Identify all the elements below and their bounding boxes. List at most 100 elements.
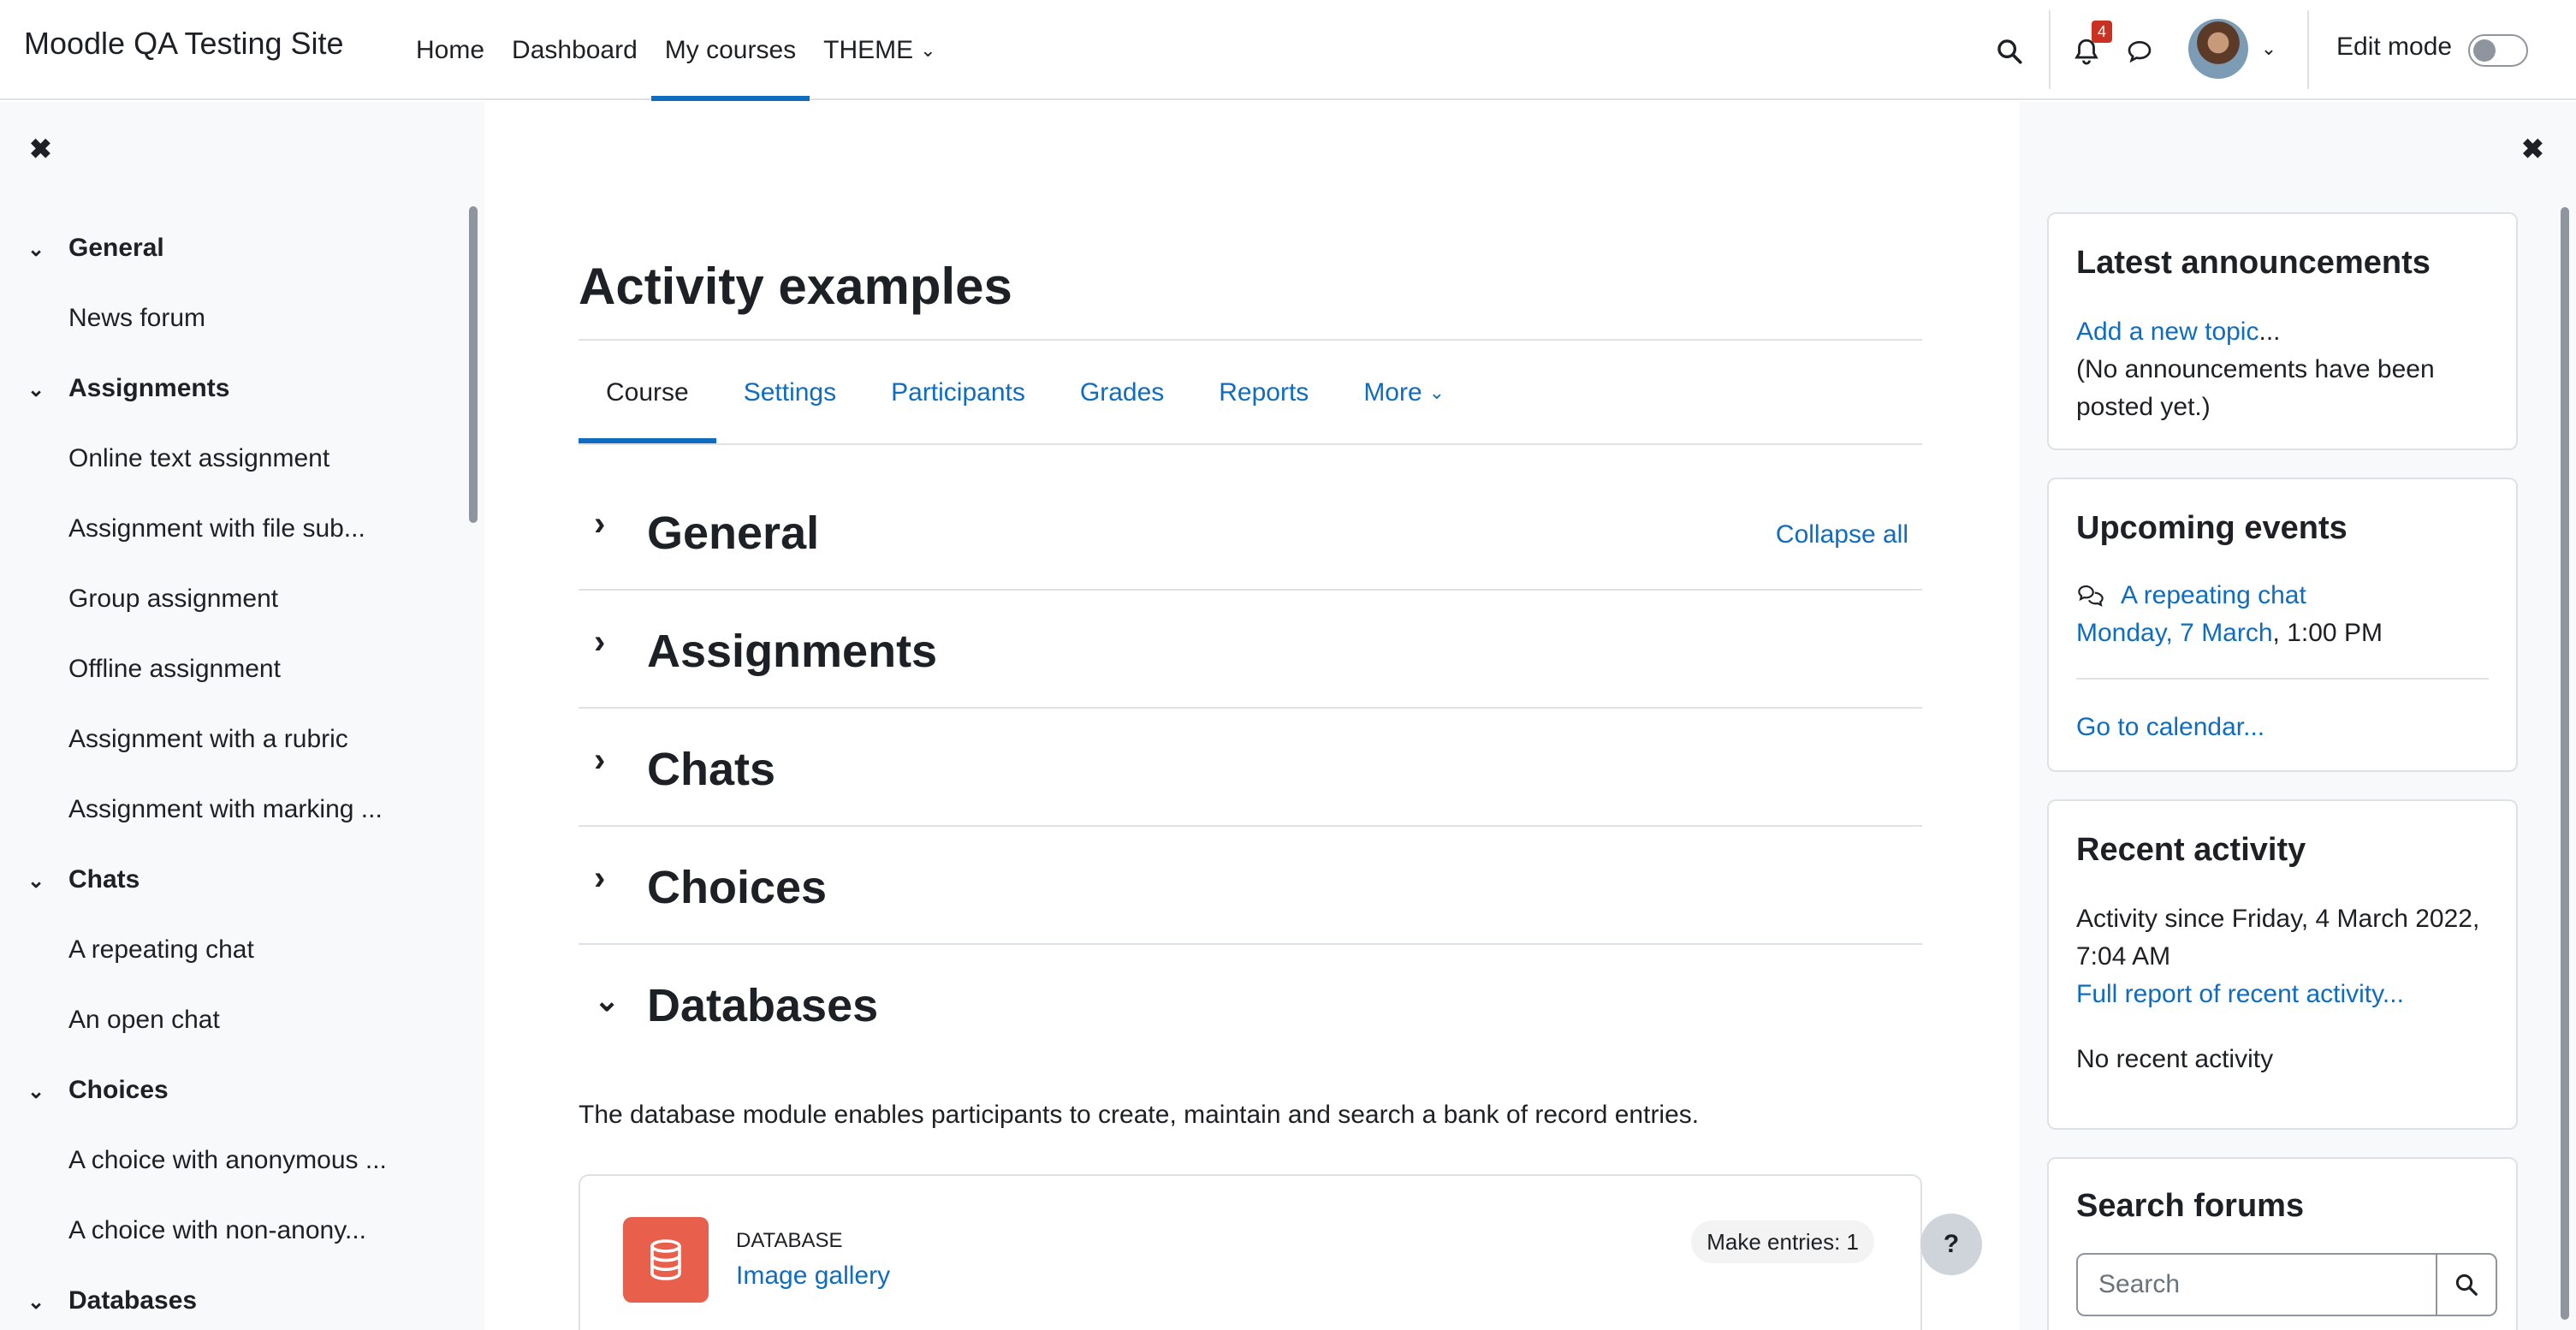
help-button[interactable]: ? (1920, 1214, 1982, 1275)
index-section-assignments[interactable]: ⌄ Assignments (0, 374, 229, 403)
nav-home-label: Home (416, 35, 485, 64)
close-course-index-button[interactable]: ✖ (29, 133, 52, 165)
user-avatar[interactable] (2188, 19, 2248, 79)
index-section-chats[interactable]: ⌄ Chats (0, 865, 139, 894)
chevron-down-icon[interactable]: ⌄ (0, 237, 68, 262)
course-section-assignments: › Assignments (579, 591, 1922, 709)
section-title[interactable]: Chats (647, 743, 775, 796)
nav-my-courses[interactable]: My courses (650, 0, 810, 101)
index-activity[interactable]: A choice with non-anony... (68, 1216, 366, 1245)
index-section-label: Databases (68, 1286, 198, 1315)
announcements-add-line: Add a new topic... (2076, 313, 2504, 351)
activity-item: DATABASE Image gallery Make entries: 1 (579, 1174, 1922, 1330)
chat-bubble-icon (2128, 40, 2152, 63)
index-activity[interactable]: News forum (68, 304, 205, 333)
chevron-down-icon: ⌄ (920, 39, 936, 61)
nav-dashboard[interactable]: Dashboard (498, 0, 651, 100)
tab-settings[interactable]: Settings (716, 342, 864, 443)
block-latest-announcements: Latest announcements Add a new topic... … (2047, 212, 2518, 450)
index-activity[interactable]: A repeating chat (68, 935, 254, 965)
tab-course[interactable]: Course (579, 342, 716, 443)
block-title: Latest announcements (2076, 245, 2431, 281)
index-section-label: Chats (68, 865, 140, 894)
chevron-right-icon[interactable]: › (594, 623, 605, 662)
chevron-down-icon[interactable]: ⌄ (594, 983, 620, 1018)
section-title[interactable]: Choices (647, 861, 827, 914)
search-icon (2455, 1274, 2478, 1296)
forum-search-input[interactable]: Search (2078, 1255, 2436, 1315)
navbar-divider (2049, 10, 2051, 89)
index-activity[interactable]: Online text assignment (68, 444, 329, 473)
database-glyph (650, 1239, 681, 1280)
nav-theme-menu[interactable]: THEME ⌄ (810, 0, 949, 100)
index-activity[interactable]: Group assignment (68, 585, 278, 614)
chevron-down-icon[interactable]: ⌄ (0, 1079, 68, 1104)
section-summary: The database module enables participants… (579, 1101, 1700, 1129)
tab-more-label: More (1363, 378, 1422, 407)
search-button[interactable] (1991, 33, 2028, 70)
secondary-navigation: Course Settings Participants Grades Repo… (579, 342, 1472, 443)
course-index-drawer: ✖ ⌄ General News forum ⌄ Assignments Onlin… (0, 102, 484, 1330)
index-section-general[interactable]: ⌄ General (0, 234, 164, 263)
event-link[interactable]: A repeating chat (2121, 581, 2306, 609)
tab-reports[interactable]: Reports (1191, 342, 1336, 443)
block-recent-activity: Recent activity Activity since Friday, 4… (2047, 799, 2518, 1130)
site-name[interactable]: Moodle QA Testing Site (24, 26, 344, 62)
search-icon (1997, 39, 2022, 64)
notifications-button[interactable]: 4 (2068, 21, 2112, 70)
no-recent-activity-text: No recent activity (2076, 1045, 2274, 1073)
add-topic-suffix: ... (2258, 318, 2281, 346)
chevron-right-icon[interactable]: › (594, 859, 605, 898)
index-section-label: Assignments (68, 374, 230, 402)
tab-grades[interactable]: Grades (1053, 342, 1191, 443)
recent-report-line: Full report of recent activity... (2076, 976, 2504, 1013)
event-time: , 1:00 PM (2272, 619, 2383, 647)
index-section-databases[interactable]: ⌄ Databases (0, 1286, 197, 1315)
go-to-calendar-link[interactable]: Go to calendar... (2076, 713, 2264, 741)
chevron-down-icon[interactable]: ⌄ (0, 1290, 68, 1315)
event-date-link[interactable]: Monday, 7 March (2076, 619, 2273, 647)
index-section-choices[interactable]: ⌄ Choices (0, 1076, 169, 1105)
messages-button[interactable] (2121, 33, 2158, 70)
tabs-divider (579, 443, 1922, 445)
index-activity[interactable]: A choice with anonymous ... (68, 1146, 387, 1175)
nav-theme-label: THEME (823, 35, 914, 64)
index-activity[interactable]: An open chat (68, 1006, 220, 1035)
index-activity[interactable]: Offline assignment (68, 655, 281, 684)
edit-mode-label: Edit mode (2336, 33, 2453, 61)
forum-search-group: Search (2076, 1253, 2497, 1316)
close-icon: ✖ (29, 134, 52, 164)
database-icon (623, 1217, 709, 1303)
course-section-chats: › Chats (579, 709, 1922, 827)
close-block-drawer-button[interactable]: ✖ (2521, 133, 2544, 165)
full-report-link[interactable]: Full report of recent activity... (2076, 980, 2404, 1008)
block-title: Upcoming events (2076, 510, 2347, 546)
block-search-forums: Search forums Search (2047, 1157, 2518, 1330)
edit-mode-toggle[interactable] (2468, 34, 2528, 67)
activity-link[interactable]: Image gallery (736, 1262, 890, 1291)
section-title[interactable]: Databases (647, 979, 878, 1032)
tab-more[interactable]: More ⌄ (1336, 342, 1472, 443)
block-upcoming-events: Upcoming events A repeating chat Monday,… (2047, 478, 2518, 772)
chevron-down-icon[interactable]: ⌄ (0, 377, 68, 402)
chevron-right-icon[interactable]: › (594, 505, 605, 543)
chevron-down-icon[interactable]: ⌄ (0, 869, 68, 894)
nav-home[interactable]: Home (402, 0, 498, 100)
index-activity[interactable]: Assignment with a rubric (68, 725, 348, 754)
index-activity[interactable]: Assignment with marking ... (68, 795, 383, 824)
block-drawer-scrollbar[interactable] (2561, 207, 2569, 1320)
section-title[interactable]: Assignments (647, 625, 937, 678)
chevron-down-icon: ⌄ (1428, 382, 1445, 403)
user-menu-chevron-down-icon[interactable]: ⌄ (2256, 36, 2282, 62)
course-section-databases: ⌄ Databases (579, 945, 1922, 1063)
index-activity[interactable]: Assignment with file sub... (68, 514, 365, 543)
add-topic-link[interactable]: Add a new topic (2076, 318, 2258, 346)
navbar-divider (2307, 10, 2309, 89)
collapse-all-link[interactable]: Collapse all (1776, 520, 1908, 549)
course-index-scrollbar[interactable] (469, 206, 478, 523)
activity-type: DATABASE (736, 1229, 843, 1252)
tab-participants[interactable]: Participants (864, 342, 1053, 443)
section-title[interactable]: General (647, 507, 819, 560)
forum-search-button[interactable] (2436, 1255, 2496, 1315)
chevron-right-icon[interactable]: › (594, 741, 605, 780)
